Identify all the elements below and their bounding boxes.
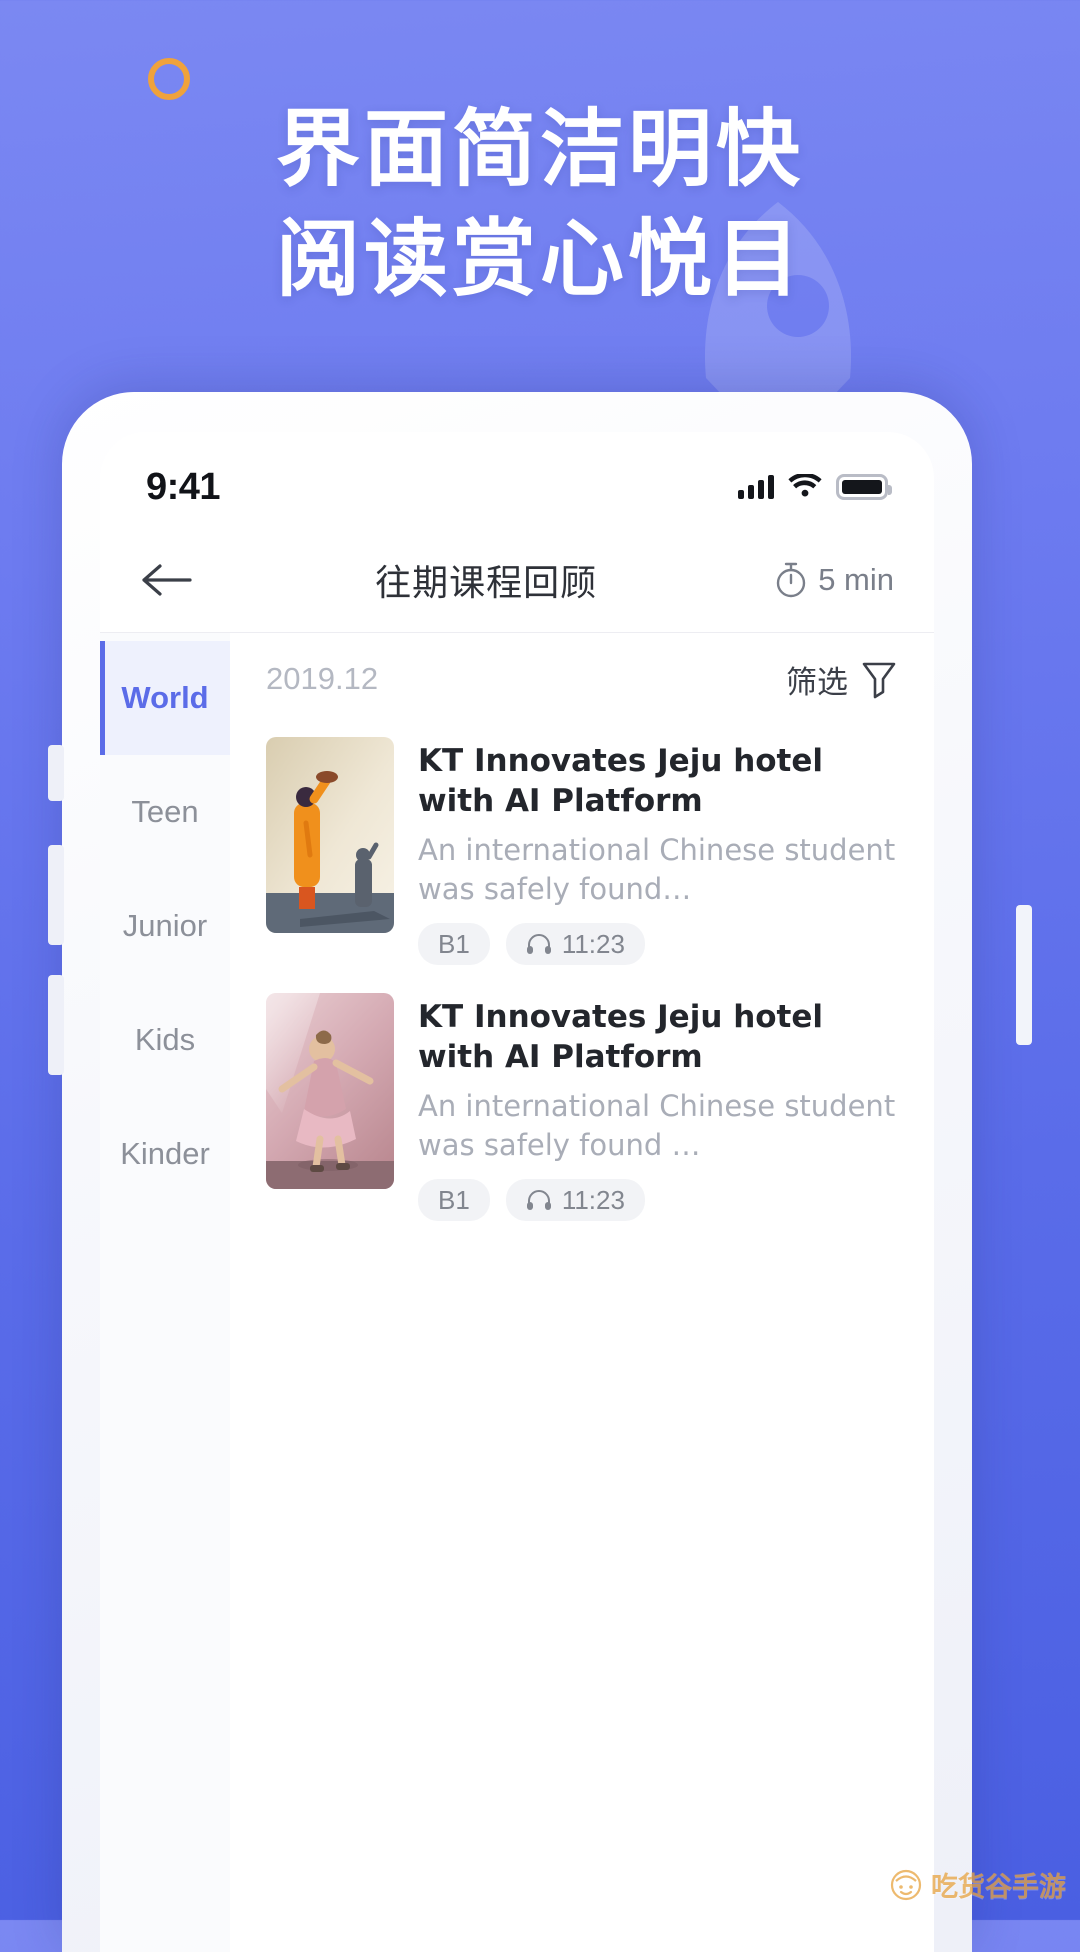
article-title: KT Innovates Jeju hotel with AI Platform [418,999,824,1075]
headphones-icon [526,1190,551,1210]
headline-line-2: 阅读赏心悦目 [275,210,804,308]
volume-down-button[interactable] [48,975,64,1075]
filter-row: 2019.12 筛选 [266,633,898,725]
article-meta: B1 11:23 [418,923,898,965]
back-arrow-icon[interactable] [140,551,198,609]
article-thumbnail [266,993,394,1189]
article-meta: B1 11:23 [418,1179,898,1221]
status-icons [738,474,892,500]
status-clock: 9:41 [146,465,221,508]
nav-bar: 往期课程回顾 5 min [100,532,934,628]
level-label: B1 [438,1184,470,1215]
filter-label: 筛选 [786,664,848,701]
article-description: An international Chinese student was saf… [418,833,896,906]
duration-label: 5 min [818,562,894,597]
sidebar-item-kinder[interactable]: Kinder [100,1097,230,1211]
level-badge: B1 [418,1179,490,1221]
power-button[interactable] [1016,905,1032,1045]
watermark: 吃货谷手游 [889,1865,1066,1904]
audio-duration: 11:23 [561,1184,625,1215]
cellular-signal-icon [738,475,774,499]
sidebar-item-label: Junior [122,908,208,943]
article-card[interactable]: KT Innovates Jeju hotel with AI Platform… [266,981,898,1237]
audio-badge: 11:23 [505,1179,645,1221]
smiley-face-icon [890,1869,922,1900]
stopwatch-icon [776,562,806,598]
lesson-duration: 5 min [774,561,894,599]
audio-badge: 11:23 [505,923,645,965]
level-badge: B1 [418,923,490,965]
sidebar-item-kids[interactable]: Kids [100,983,230,1097]
filter-button[interactable]: 筛选 [786,657,898,702]
content-area: World Teen Junior Kids Kinder 2019.12 筛选… [100,632,934,1952]
article-description: An international Chinese student was saf… [418,1089,896,1162]
article-thumbnail [266,737,394,933]
watermark-text: 吃货谷手游 [931,1872,1066,1903]
audio-duration: 11:23 [561,928,625,959]
status-bar: 9:41 [100,450,934,524]
article-body: KT Innovates Jeju hotel with AI Platform… [418,993,898,1221]
volume-up-button[interactable] [48,845,64,945]
sidebar-item-junior[interactable]: Junior [100,869,230,983]
article-title: KT Innovates Jeju hotel with AI Platform [418,743,824,819]
date-label: 2019.12 [266,661,379,696]
sidebar-item-label: Teen [131,794,199,829]
headline-line-1: 界面简洁明快 [275,100,804,198]
phone-mockup: 9:41 往期课程回顾 5 min World Teen Junior Kids… [62,392,972,1952]
article-body: KT Innovates Jeju hotel with AI Platform… [418,737,898,965]
article-list-pane: 2019.12 筛选 KT Innovates Jeju hotel with … [230,633,934,1952]
sidebar-item-label: Kids [134,1022,196,1057]
article-card[interactable]: KT Innovates Jeju hotel with AI Platform… [266,725,898,981]
page-title: 往期课程回顾 [375,563,598,604]
phone-screen: 9:41 往期课程回顾 5 min World Teen Junior Kids… [100,432,934,1952]
wifi-icon [788,474,822,497]
headphones-icon [526,934,551,954]
sidebar-item-label: Kinder [120,1136,210,1171]
sidebar-item-label: World [121,680,209,715]
level-label: B1 [438,928,470,959]
category-sidebar: World Teen Junior Kids Kinder [100,633,230,1952]
funnel-filter-icon [862,662,896,699]
battery-full-icon [836,474,892,500]
sidebar-item-teen[interactable]: Teen [100,755,230,869]
silent-switch[interactable] [48,745,64,801]
promo-headline: 界面简洁明快 阅读赏心悦目 [0,94,1080,314]
sidebar-item-world[interactable]: World [100,641,230,755]
